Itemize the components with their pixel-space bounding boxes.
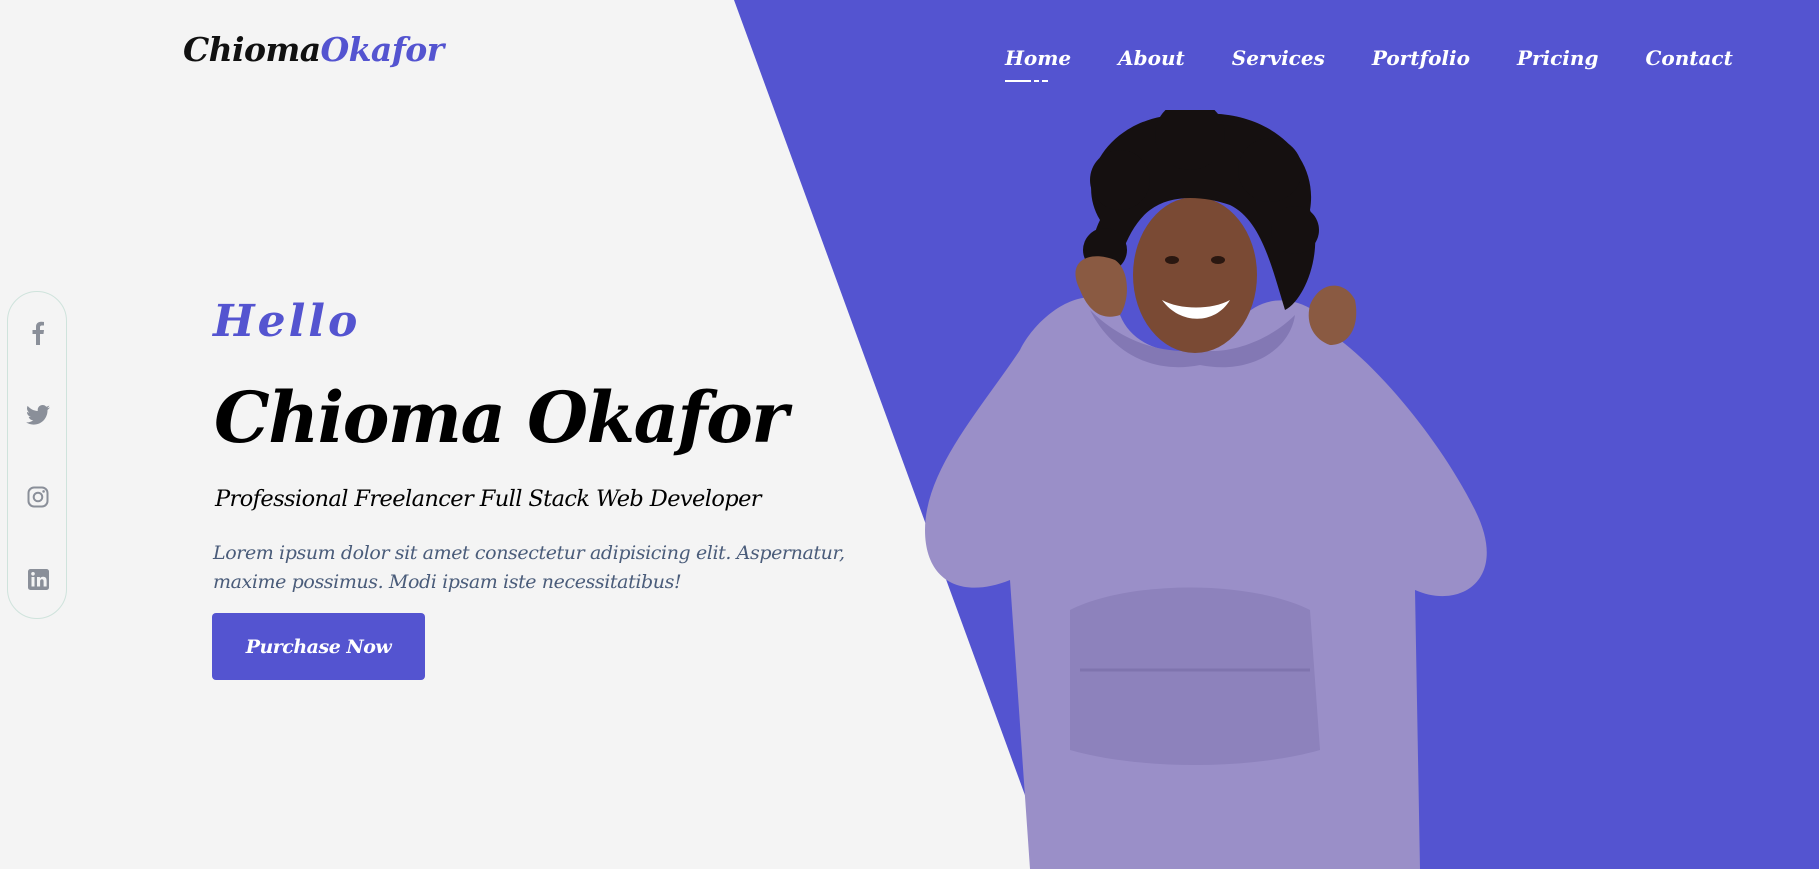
instagram-icon	[27, 486, 49, 508]
main-nav: Home About Services Portfolio Pricing Co…	[1005, 46, 1780, 82]
brand-last-name: Okafor	[320, 30, 445, 69]
purchase-now-button[interactable]: Purchase Now	[212, 613, 425, 680]
hero-role-subtitle: Professional Freelancer Full Stack Web D…	[215, 486, 762, 512]
nav-item-about[interactable]: About	[1118, 46, 1185, 70]
hero-greeting: Hello	[213, 296, 361, 347]
social-links-rail	[7, 291, 67, 619]
twitter-icon	[26, 405, 50, 425]
hero-portrait-image	[900, 110, 1580, 869]
hero-description: Lorem ipsum dolor sit amet consectetur a…	[213, 542, 845, 593]
brand-first-name: Chioma	[183, 30, 321, 69]
instagram-link[interactable]	[8, 482, 68, 512]
facebook-link[interactable]	[8, 318, 68, 348]
nav-item-portfolio[interactable]: Portfolio	[1372, 46, 1470, 70]
nav-item-services[interactable]: Services	[1232, 46, 1325, 70]
linkedin-link[interactable]	[8, 564, 68, 594]
nav-item-pricing[interactable]: Pricing	[1517, 46, 1598, 70]
twitter-link[interactable]	[8, 400, 68, 430]
brand-logo[interactable]: ChiomaOkafor	[183, 30, 444, 69]
hero-name-heading: Chioma Okafor	[214, 376, 788, 459]
nav-item-home[interactable]: Home	[1005, 46, 1071, 82]
landing-page: ChiomaOkafor Home About Services Portfol…	[0, 0, 1819, 869]
facebook-icon	[31, 321, 45, 345]
nav-item-contact[interactable]: Contact	[1645, 46, 1732, 70]
linkedin-icon	[27, 568, 49, 590]
